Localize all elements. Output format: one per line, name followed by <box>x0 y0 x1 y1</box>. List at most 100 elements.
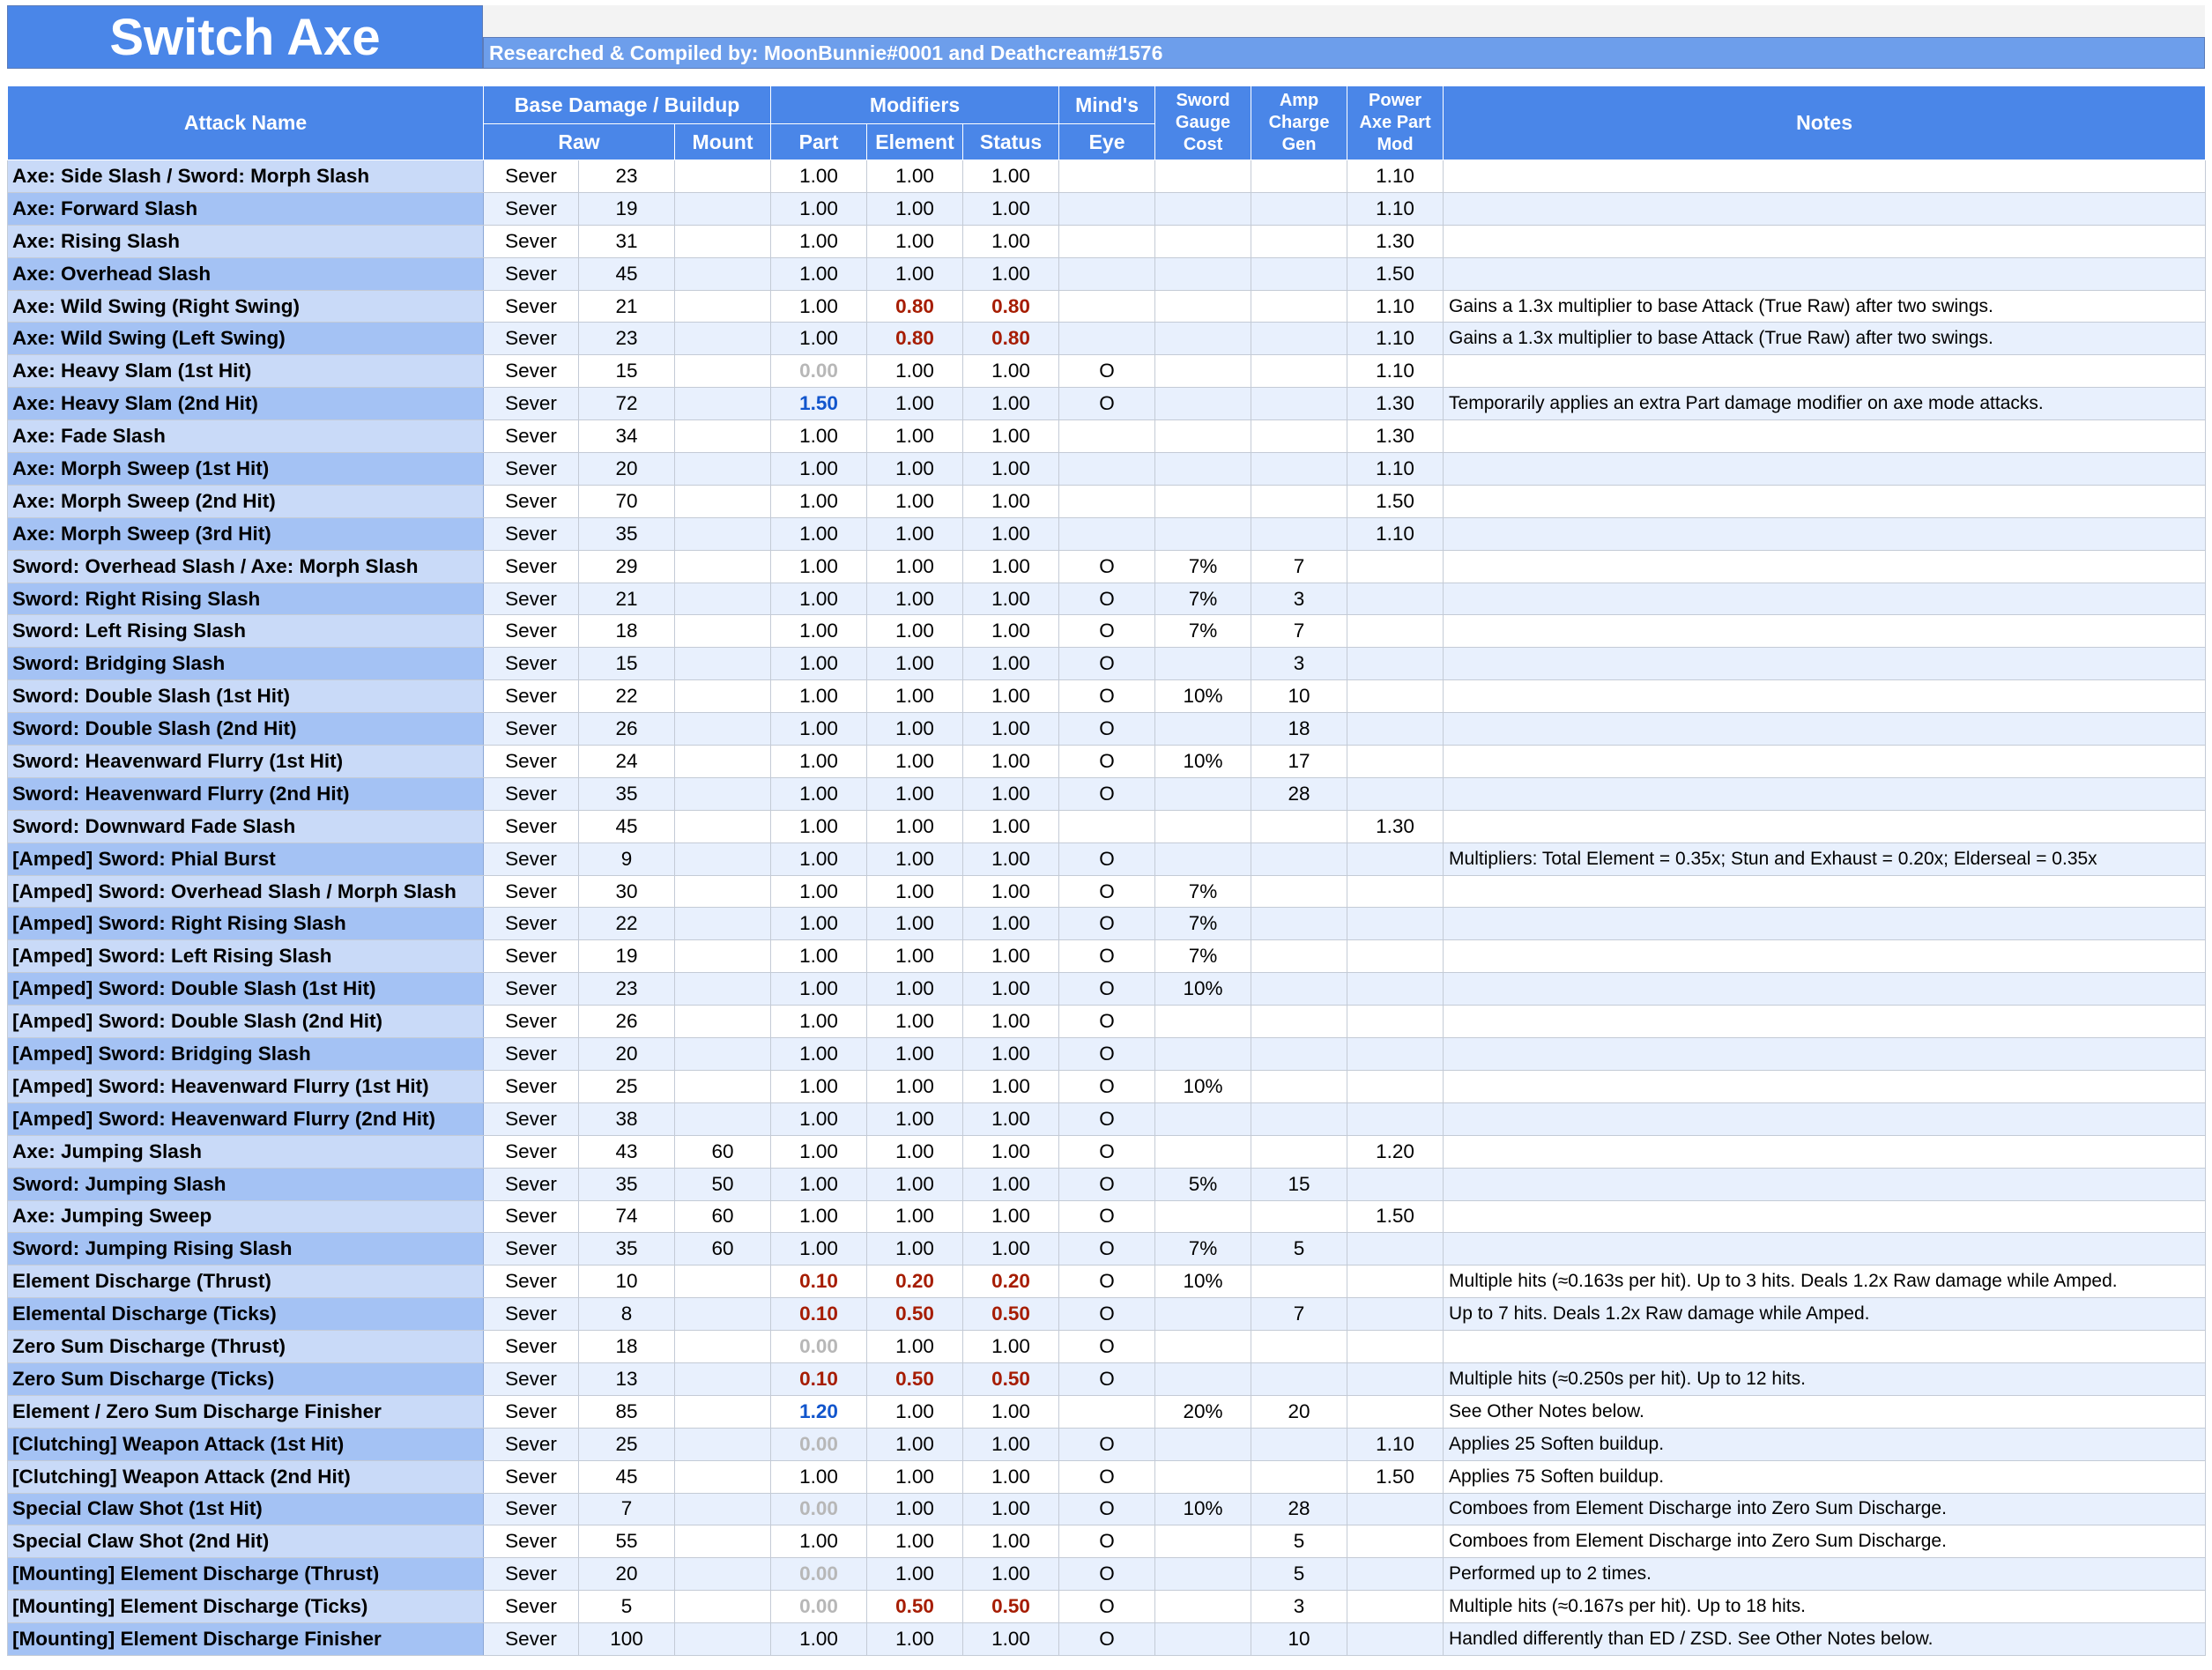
element-mod-cell[interactable]: 1.00 <box>866 224 964 258</box>
raw-cell[interactable]: 72 <box>578 387 675 421</box>
part-mod-cell[interactable]: 1.00 <box>770 322 868 356</box>
status-mod-cell[interactable]: 1.00 <box>962 1167 1060 1201</box>
attack-name-cell[interactable]: Element / Zero Sum Discharge Finisher <box>7 1394 484 1429</box>
notes-cell[interactable] <box>1443 972 2207 1006</box>
notes-cell[interactable] <box>1443 1330 2207 1363</box>
mount-cell[interactable]: 50 <box>673 1167 772 1201</box>
table-row[interactable]: [Amped] Sword: Bridging Slash Sever 20 1.00… <box>7 1037 2207 1071</box>
header-minds-eye-top[interactable]: Mind's <box>1058 85 1156 124</box>
amp-charge-gen-cell[interactable] <box>1251 191 1348 226</box>
notes-cell[interactable] <box>1443 419 2207 454</box>
attack-name-cell[interactable]: Sword: Jumping Rising Slash <box>7 1232 484 1266</box>
element-mod-cell[interactable]: 1.00 <box>866 1427 964 1461</box>
element-mod-cell[interactable]: 1.00 <box>866 776 964 811</box>
element-mod-cell[interactable]: 0.80 <box>866 322 964 356</box>
table-row[interactable]: Zero Sum Discharge (Ticks) Sever 13 0.10 0.5… <box>7 1362 2207 1396</box>
sword-gauge-cost-cell[interactable]: 7% <box>1154 1232 1252 1266</box>
attack-name-cell[interactable]: Axe: Morph Sweep (1st Hit) <box>7 452 484 486</box>
status-mod-cell[interactable]: 1.00 <box>962 1427 1060 1461</box>
damage-type-cell[interactable]: Sever <box>483 549 579 583</box>
sword-gauge-cost-cell[interactable] <box>1154 1427 1252 1461</box>
header-raw[interactable]: Raw <box>483 123 675 160</box>
amp-charge-gen-cell[interactable]: 7 <box>1251 614 1348 649</box>
minds-eye-cell[interactable]: O <box>1058 1069 1156 1103</box>
table-row[interactable]: [Mounting] Element Discharge (Thrust) Sev… <box>7 1557 2207 1592</box>
raw-cell[interactable]: 10 <box>578 1265 675 1299</box>
minds-eye-cell[interactable]: O <box>1058 1037 1156 1071</box>
status-mod-cell[interactable]: 1.00 <box>962 712 1060 746</box>
amp-charge-gen-cell[interactable] <box>1251 972 1348 1006</box>
amp-charge-gen-cell[interactable] <box>1251 160 1348 193</box>
sword-gauge-cost-cell[interactable] <box>1154 1459 1252 1494</box>
part-mod-cell[interactable]: 1.00 <box>770 1232 868 1266</box>
damage-type-cell[interactable]: Sever <box>483 322 579 356</box>
power-axe-mod-cell[interactable]: 1.10 <box>1347 191 1444 226</box>
amp-charge-gen-cell[interactable]: 3 <box>1251 582 1348 616</box>
minds-eye-cell[interactable]: O <box>1058 1427 1156 1461</box>
notes-cell[interactable] <box>1443 191 2207 226</box>
part-mod-cell[interactable]: 1.00 <box>770 419 868 454</box>
damage-type-cell[interactable]: Sever <box>483 776 579 811</box>
mount-cell[interactable] <box>673 582 772 616</box>
raw-cell[interactable]: 45 <box>578 809 675 843</box>
notes-cell[interactable] <box>1443 907 2207 941</box>
element-mod-cell[interactable]: 0.50 <box>866 1590 964 1624</box>
sword-gauge-cost-cell[interactable] <box>1154 516 1252 551</box>
minds-eye-cell[interactable] <box>1058 191 1156 226</box>
status-mod-cell[interactable]: 1.00 <box>962 907 1060 941</box>
sword-gauge-cost-cell[interactable] <box>1154 387 1252 421</box>
part-mod-cell[interactable]: 1.00 <box>770 160 868 193</box>
damage-type-cell[interactable]: Sever <box>483 1492 579 1526</box>
notes-cell[interactable] <box>1443 712 2207 746</box>
power-axe-mod-cell[interactable]: 1.10 <box>1347 160 1444 193</box>
mount-cell[interactable] <box>673 809 772 843</box>
status-mod-cell[interactable]: 0.50 <box>962 1362 1060 1396</box>
power-axe-mod-cell[interactable] <box>1347 1362 1444 1396</box>
status-mod-cell[interactable]: 1.00 <box>962 939 1060 974</box>
damage-type-cell[interactable]: Sever <box>483 1297 579 1332</box>
minds-eye-cell[interactable] <box>1058 452 1156 486</box>
notes-cell[interactable] <box>1443 224 2207 258</box>
damage-type-cell[interactable]: Sever <box>483 1037 579 1071</box>
element-mod-cell[interactable]: 1.00 <box>866 679 964 714</box>
sword-gauge-cost-cell[interactable] <box>1154 452 1252 486</box>
amp-charge-gen-cell[interactable] <box>1251 224 1348 258</box>
notes-cell[interactable] <box>1443 549 2207 583</box>
raw-cell[interactable]: 74 <box>578 1199 675 1234</box>
minds-eye-cell[interactable]: O <box>1058 1557 1156 1592</box>
raw-cell[interactable]: 23 <box>578 322 675 356</box>
table-row[interactable]: Axe: Jumping Sweep Sever 74 60 1.00 1.00 1.00 O… <box>7 1199 2207 1234</box>
status-mod-cell[interactable]: 1.00 <box>962 614 1060 649</box>
sword-gauge-cost-cell[interactable] <box>1154 1037 1252 1071</box>
table-row[interactable]: Axe: Wild Swing (Left Swing) Sever 23 1.00 0… <box>7 322 2207 356</box>
attack-name-cell[interactable]: [Amped] Sword: Double Slash (2nd Hit) <box>7 1005 484 1039</box>
table-row[interactable]: Axe: Morph Sweep (3rd Hit) Sever 35 1.00 1.0… <box>7 516 2207 551</box>
power-axe-mod-cell[interactable]: 1.50 <box>1347 256 1444 291</box>
notes-cell[interactable] <box>1443 1069 2207 1103</box>
damage-type-cell[interactable]: Sever <box>483 1330 579 1363</box>
element-mod-cell[interactable]: 1.00 <box>866 842 964 876</box>
amp-charge-gen-cell[interactable] <box>1251 1134 1348 1169</box>
damage-type-cell[interactable]: Sever <box>483 256 579 291</box>
header-amp-charge-gen[interactable]: Amp Charge Gen <box>1251 85 1348 160</box>
header-mount[interactable]: Mount <box>673 123 772 160</box>
mount-cell[interactable] <box>673 387 772 421</box>
part-mod-cell[interactable]: 1.00 <box>770 1199 868 1234</box>
power-axe-mod-cell[interactable]: 1.10 <box>1347 1427 1444 1461</box>
status-mod-cell[interactable]: 1.00 <box>962 224 1060 258</box>
sword-gauge-cost-cell[interactable]: 7% <box>1154 614 1252 649</box>
power-axe-mod-cell[interactable] <box>1347 842 1444 876</box>
table-row[interactable]: [Clutching] Weapon Attack (1st Hit) Sever… <box>7 1427 2207 1461</box>
header-base-damage[interactable]: Base Damage / Buildup <box>482 85 772 124</box>
mount-cell[interactable] <box>673 1005 772 1039</box>
mount-cell[interactable] <box>673 1557 772 1592</box>
sword-gauge-cost-cell[interactable] <box>1154 1134 1252 1169</box>
status-mod-cell[interactable]: 1.00 <box>962 679 1060 714</box>
part-mod-cell[interactable]: 0.00 <box>770 1557 868 1592</box>
notes-cell[interactable] <box>1443 1005 2207 1039</box>
damage-type-cell[interactable]: Sever <box>483 842 579 876</box>
part-mod-cell[interactable]: 1.00 <box>770 679 868 714</box>
part-mod-cell[interactable]: 1.00 <box>770 1525 868 1559</box>
table-row[interactable]: Sword: Bridging Slash Sever 15 1.00 1.00 1.00… <box>7 647 2207 681</box>
element-mod-cell[interactable]: 0.50 <box>866 1297 964 1332</box>
